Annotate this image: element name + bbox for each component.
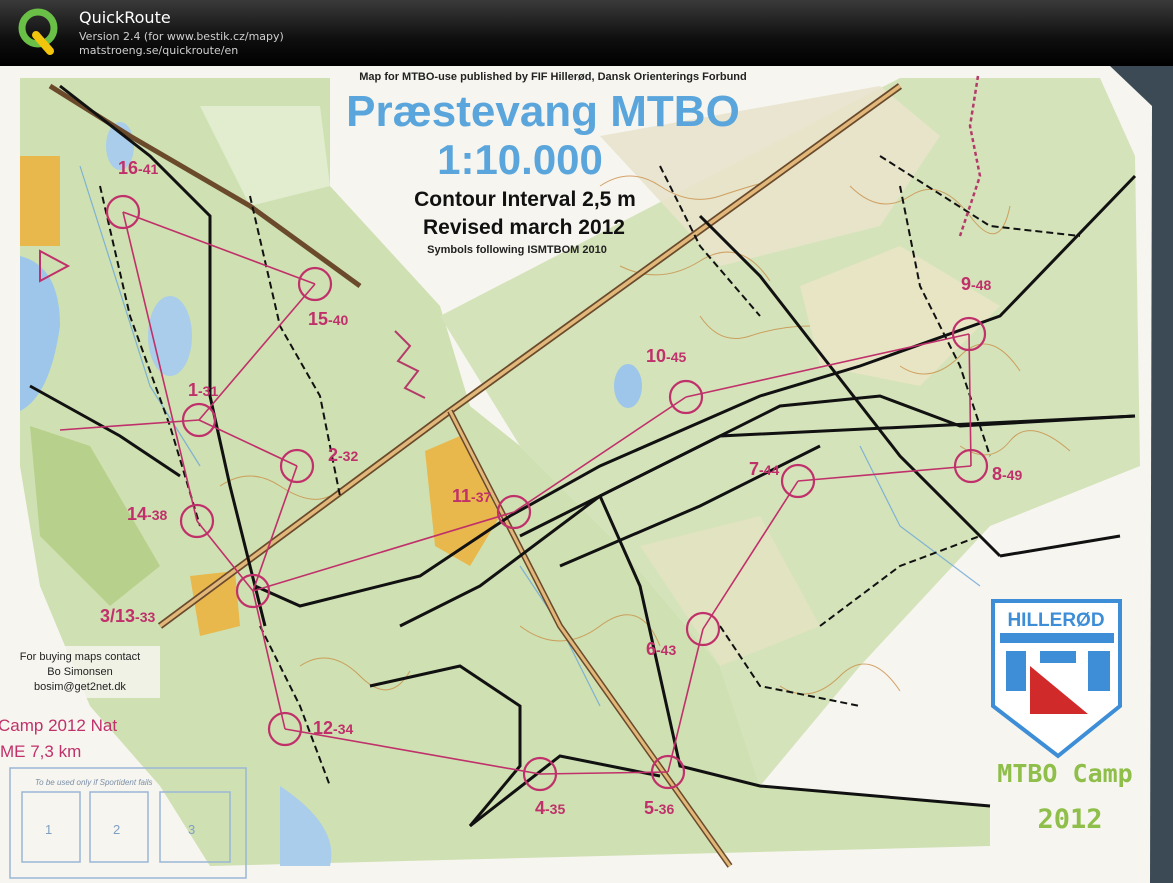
control-number: 12 (313, 718, 333, 738)
control-code: -32 (338, 448, 358, 464)
lake (148, 296, 192, 376)
control-code: -31 (198, 383, 218, 399)
control-number: 1 (188, 380, 198, 400)
control-label: 7-44 (749, 459, 779, 479)
contact-name: Bo Simonsen (47, 666, 112, 678)
control-label: 14-38 (127, 504, 167, 524)
control-number: 10 (646, 346, 666, 366)
control-code: -44 (759, 462, 779, 478)
control-label: 9-48 (961, 274, 991, 294)
map-title: Præstevang MTBO (346, 87, 740, 136)
si-box-1: 1 (45, 822, 52, 837)
si-backup-note: To be used only if Sportident fails (35, 778, 153, 787)
control-code: -33 (135, 609, 155, 625)
control-label: 11-37 (452, 486, 491, 506)
control-number: 3/13 (100, 606, 135, 626)
title-bar: QuickRoute Version 2.4 (for www.bestik.c… (0, 0, 1173, 66)
control-label: 8-49 (992, 464, 1022, 484)
app-url: matstroeng.se/quickroute/en (79, 44, 239, 57)
map-publisher: Map for MTBO-use published by FIF Hiller… (359, 71, 746, 83)
control-label: 16-41 (118, 158, 158, 178)
control-code: -40 (328, 312, 348, 328)
control-label: 3/13-33 (100, 606, 155, 626)
control-label: 5-36 (644, 798, 674, 818)
control-number: 8 (992, 464, 1002, 484)
control-code: -37 (471, 489, 491, 505)
control-code: -48 (971, 277, 991, 293)
si-box-2: 2 (113, 822, 120, 837)
app-version: Version 2.4 (for www.bestik.cz/mapy) (79, 30, 284, 43)
contact-email: bosim@get2net.dk (34, 681, 126, 693)
control-code: -34 (333, 721, 353, 737)
app-name: QuickRoute (79, 8, 171, 27)
control-label: 15-40 (308, 309, 348, 329)
control-label: 12-34 (313, 718, 353, 738)
revised-date: Revised march 2012 (423, 216, 625, 239)
control-code: -49 (1002, 467, 1022, 483)
control-number: 11 (452, 486, 471, 506)
symbols-note: Symbols following ISMTBOM 2010 (427, 244, 607, 256)
contour-interval: Contour Interval 2,5 m (414, 188, 636, 211)
control-number: 5 (644, 798, 654, 818)
control-code: -38 (147, 507, 167, 523)
lake (614, 364, 642, 408)
control-label: 1-31 (188, 380, 218, 400)
control-number: 6 (646, 639, 656, 659)
control-code: -36 (654, 801, 674, 817)
control-label: 6-43 (646, 639, 676, 659)
control-label: 2-32 (328, 445, 358, 465)
club-name: HILLERØD (1007, 610, 1104, 631)
control-number: 4 (535, 798, 545, 818)
camp-title: MTBO Camp (997, 759, 1132, 788)
control-label: 10-45 (646, 346, 686, 366)
control-number: 9 (961, 274, 971, 294)
contact-line: For buying maps contact (20, 651, 140, 663)
control-number: 2 (328, 445, 338, 465)
control-number: 16 (118, 158, 138, 178)
control-code: -41 (138, 161, 158, 177)
control-number: 7 (749, 459, 759, 479)
control-code: -45 (666, 349, 686, 365)
control-number: 14 (127, 504, 147, 524)
control-code: -35 (545, 801, 565, 817)
quickroute-logo-icon (18, 8, 58, 55)
course-length: ME 7,3 km (0, 742, 81, 761)
control-label: 4-35 (535, 798, 565, 818)
orienteering-map[interactable]: 16-4115-401-312-3214-383/13-3311-3710-45… (0, 66, 1173, 883)
si-box-3: 3 (188, 822, 195, 837)
course-name: Camp 2012 Nat (0, 716, 117, 735)
camp-year: 2012 (1037, 804, 1102, 835)
control-code: -43 (656, 642, 676, 658)
open-area-orange (20, 156, 60, 246)
map-scale: 1:10.000 (437, 136, 603, 183)
control-number: 15 (308, 309, 328, 329)
